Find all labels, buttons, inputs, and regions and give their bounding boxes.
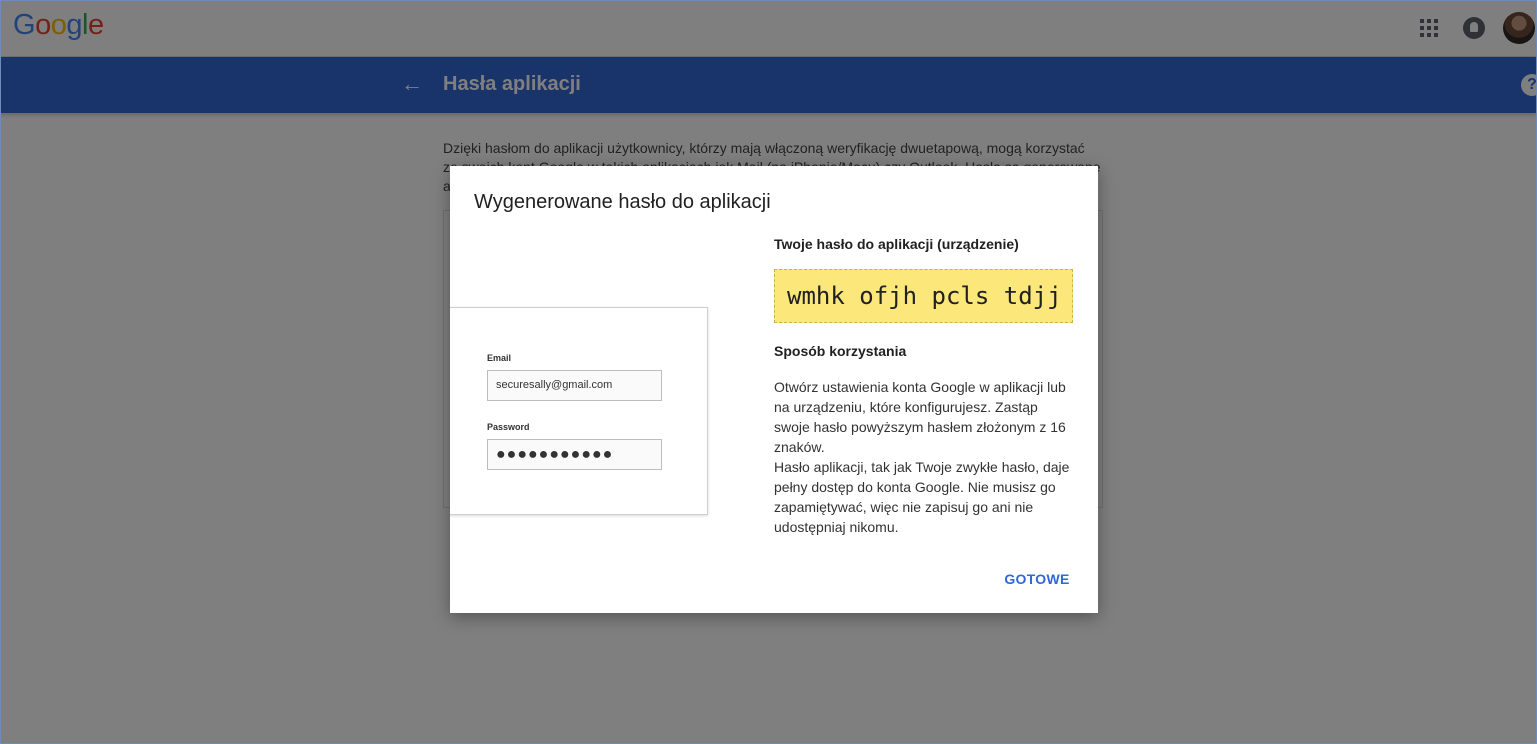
usage-paragraph: Hasło aplikacji, tak jak Twoje zwykłe ha…	[774, 459, 1070, 535]
dialog-title: Wygenerowane hasło do aplikacji	[474, 191, 771, 213]
usage-paragraph: Otwórz ustawienia konta Google w aplikac…	[774, 379, 1066, 455]
done-button[interactable]: GOTOWE	[1002, 567, 1072, 591]
usage-heading: Sposób korzystania	[774, 343, 907, 359]
usage-instructions: Otwórz ustawienia konta Google w aplikac…	[774, 377, 1074, 537]
illustration-email-field: securesally@gmail.com	[487, 370, 662, 401]
login-illustration: Email securesally@gmail.com Password ●●●…	[450, 307, 708, 515]
illustration-password-field: ●●●●●●●●●●●	[487, 439, 662, 470]
illustration-password-label: Password	[487, 422, 530, 432]
password-heading: Twoje hasło do aplikacji (urządzenie)	[774, 236, 1019, 252]
illustration-email-label: Email	[487, 353, 512, 363]
generated-password-dialog: Wygenerowane hasło do aplikacji Email se…	[450, 166, 1098, 613]
generated-password[interactable]: wmhk ofjh pcls tdjj	[774, 269, 1073, 323]
